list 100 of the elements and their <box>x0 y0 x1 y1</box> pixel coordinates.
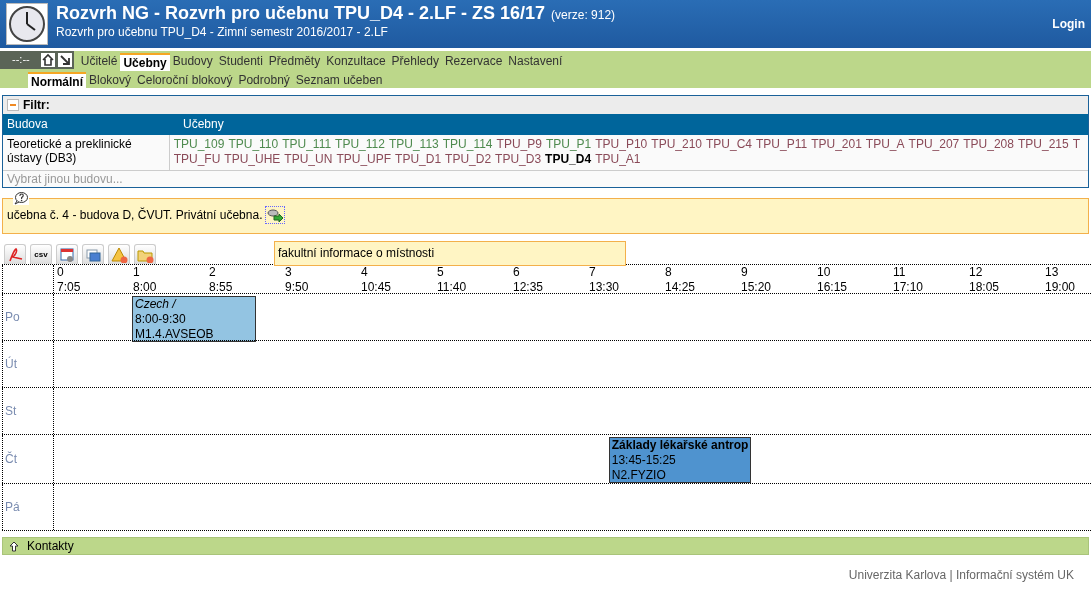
menu-tab[interactable]: Studenti <box>215 52 266 69</box>
room-link[interactable]: TPU_P10 <box>595 136 648 153</box>
room-link[interactable]: TPU_110 <box>228 136 279 153</box>
slot-number: 4 <box>361 265 369 281</box>
menu-tab[interactable]: Nastavení <box>505 52 566 69</box>
calendar-button[interactable] <box>56 244 78 265</box>
submenu-tab[interactable]: Normální <box>28 71 86 90</box>
timetable-event[interactable]: Czech / 8:00-9:30 M1.4.AVSEOB <box>132 296 257 343</box>
room-link[interactable]: TPU_D2 <box>445 152 492 168</box>
slot-number: 11 <box>893 265 907 281</box>
menu-tab[interactable]: Rezervace <box>441 52 506 69</box>
pdf-button[interactable] <box>4 244 26 265</box>
export-csv-button[interactable]: csv <box>30 244 52 265</box>
slot-time: 8:00 <box>133 280 158 296</box>
slot-time: 8:55 <box>209 280 234 296</box>
clock-label: --:-- <box>11 53 31 67</box>
slot-number: 10 <box>817 265 832 281</box>
event-title: Základy lékařské antrop <box>611 438 749 454</box>
day-label: St <box>2 388 54 435</box>
slot-number: 2 <box>209 265 217 281</box>
room-description: učebna č. 4 - budova D, ČVUT. Privátní učebna. <box>7 208 263 223</box>
event-time: 13:45-15:25 <box>611 453 677 469</box>
room-link[interactable]: TPU_113 <box>388 136 439 153</box>
room-link[interactable]: TPU_UN <box>284 152 333 168</box>
slot-number: 0 <box>57 265 65 281</box>
room-link[interactable]: TPU_114 <box>442 136 493 153</box>
room-link[interactable]: TPU_207 <box>908 136 960 153</box>
login-link[interactable]: Login <box>1052 16 1085 32</box>
room-link[interactable]: TPU_A <box>865 136 905 153</box>
slot-time: 15:20 <box>741 280 773 296</box>
event-title: Czech / <box>135 297 178 313</box>
slot-number: 9 <box>741 265 749 281</box>
submenu-tab[interactable]: Celoroční blokový <box>134 71 236 88</box>
slot-number: 7 <box>589 265 597 281</box>
page-title: Rozvrh NG - Rozvrh pro učebnu TPU_D4 - 2.LF - ZS 16/17 <box>56 3 546 23</box>
event-time: 8:00-9:30 <box>135 312 187 328</box>
link-icon[interactable] <box>266 207 285 224</box>
day-label: Pá <box>2 484 54 531</box>
tooltip: fakultní informace o místnosti <box>274 241 626 266</box>
menu-tab[interactable]: Učebny <box>120 52 170 71</box>
timetable-event[interactable]: Základy lékařské antrop 13:45-15:25 N2.FYZIO <box>608 437 752 484</box>
column-header: Budova <box>3 114 179 135</box>
slot-number: 5 <box>437 265 445 281</box>
room-link[interactable]: TPU_FU <box>173 152 221 168</box>
folder-button[interactable] <box>134 244 156 265</box>
room-link[interactable]: TPU_A1 <box>595 152 641 168</box>
room-link[interactable]: TPU_D1 <box>395 152 442 168</box>
slot-number: 8 <box>665 265 673 281</box>
slot-number: 3 <box>285 265 293 281</box>
footer-text: Univerzita Karlova | Informační systém UK <box>847 567 1075 583</box>
slot-time: 12:35 <box>513 280 545 296</box>
help-icon[interactable] <box>13 191 29 206</box>
page-subtitle: Rozvrh pro učebnu TPU_D4 - Zimní semestr 2016/2017 - 2.LF <box>56 24 389 39</box>
contacts-link[interactable]: Kontakty <box>27 539 74 554</box>
clock-icon <box>6 3 48 45</box>
slot-time: 13:30 <box>589 280 621 296</box>
room-link[interactable]: TPU_210 <box>651 136 702 153</box>
room-link[interactable]: TPU_109 <box>173 136 225 153</box>
submenu-tab[interactable]: Blokový <box>86 71 135 88</box>
menu-tab[interactable]: Konzultace <box>323 52 389 69</box>
arrow-icon[interactable] <box>57 53 72 67</box>
slot-time: 9:50 <box>285 280 310 296</box>
slot-number: 13 <box>1045 265 1060 281</box>
version-label: (verze: 912) <box>551 8 616 22</box>
room-link[interactable]: T <box>1072 136 1080 153</box>
filter-title: Filtr: <box>23 98 50 113</box>
slot-number: 1 <box>133 265 141 281</box>
slot-time: 10:45 <box>361 280 393 296</box>
home-icon[interactable] <box>40 53 55 67</box>
room-link[interactable]: TPU_111 <box>282 136 332 153</box>
room-link[interactable]: TPU_C4 <box>706 136 752 153</box>
submenu-tab[interactable]: Podrobný <box>235 71 293 88</box>
room-link[interactable]: TPU_D4 <box>545 152 592 168</box>
slot-time: 19:00 <box>1045 280 1077 296</box>
slot-number: 12 <box>969 265 984 281</box>
menu-tab[interactable]: Předměty <box>265 52 324 69</box>
building-cell: Teoretické a preklinické ústavy (DB3) <box>3 134 170 171</box>
room-link[interactable]: TPU_112 <box>335 136 385 153</box>
room-link[interactable]: TPU_P11 <box>756 136 808 153</box>
room-link[interactable]: TPU_UPF <box>336 152 392 168</box>
menu-tab[interactable]: Učitelé <box>77 52 121 69</box>
menu-tab[interactable]: Přehledy <box>388 52 442 69</box>
slot-number: 6 <box>513 265 521 281</box>
room-link[interactable]: TPU_215 <box>1017 136 1069 153</box>
column-header: Učebny <box>179 114 1088 135</box>
event-room: N2.FYZIO <box>611 468 667 484</box>
menu-tab[interactable]: Budovy <box>169 52 216 69</box>
submenu-tab[interactable]: Seznam učeben <box>292 71 386 88</box>
room-link[interactable]: TPU_201 <box>811 136 862 153</box>
warning-button[interactable] <box>108 244 130 265</box>
room-link[interactable]: TPU_D3 <box>495 152 542 168</box>
up-arrow-icon[interactable] <box>9 540 19 552</box>
room-link[interactable]: TPU_UHE <box>224 152 281 168</box>
windows-button[interactable] <box>82 244 104 265</box>
room-link[interactable]: TPU_208 <box>963 136 1014 153</box>
room-link[interactable]: TPU_P9 <box>496 136 542 153</box>
room-link[interactable]: TPU_P1 <box>545 136 592 153</box>
slot-time: 16:15 <box>817 280 849 296</box>
event-room: M1.4.AVSEOB <box>135 327 215 343</box>
slot-time: 11:40 <box>437 280 468 296</box>
